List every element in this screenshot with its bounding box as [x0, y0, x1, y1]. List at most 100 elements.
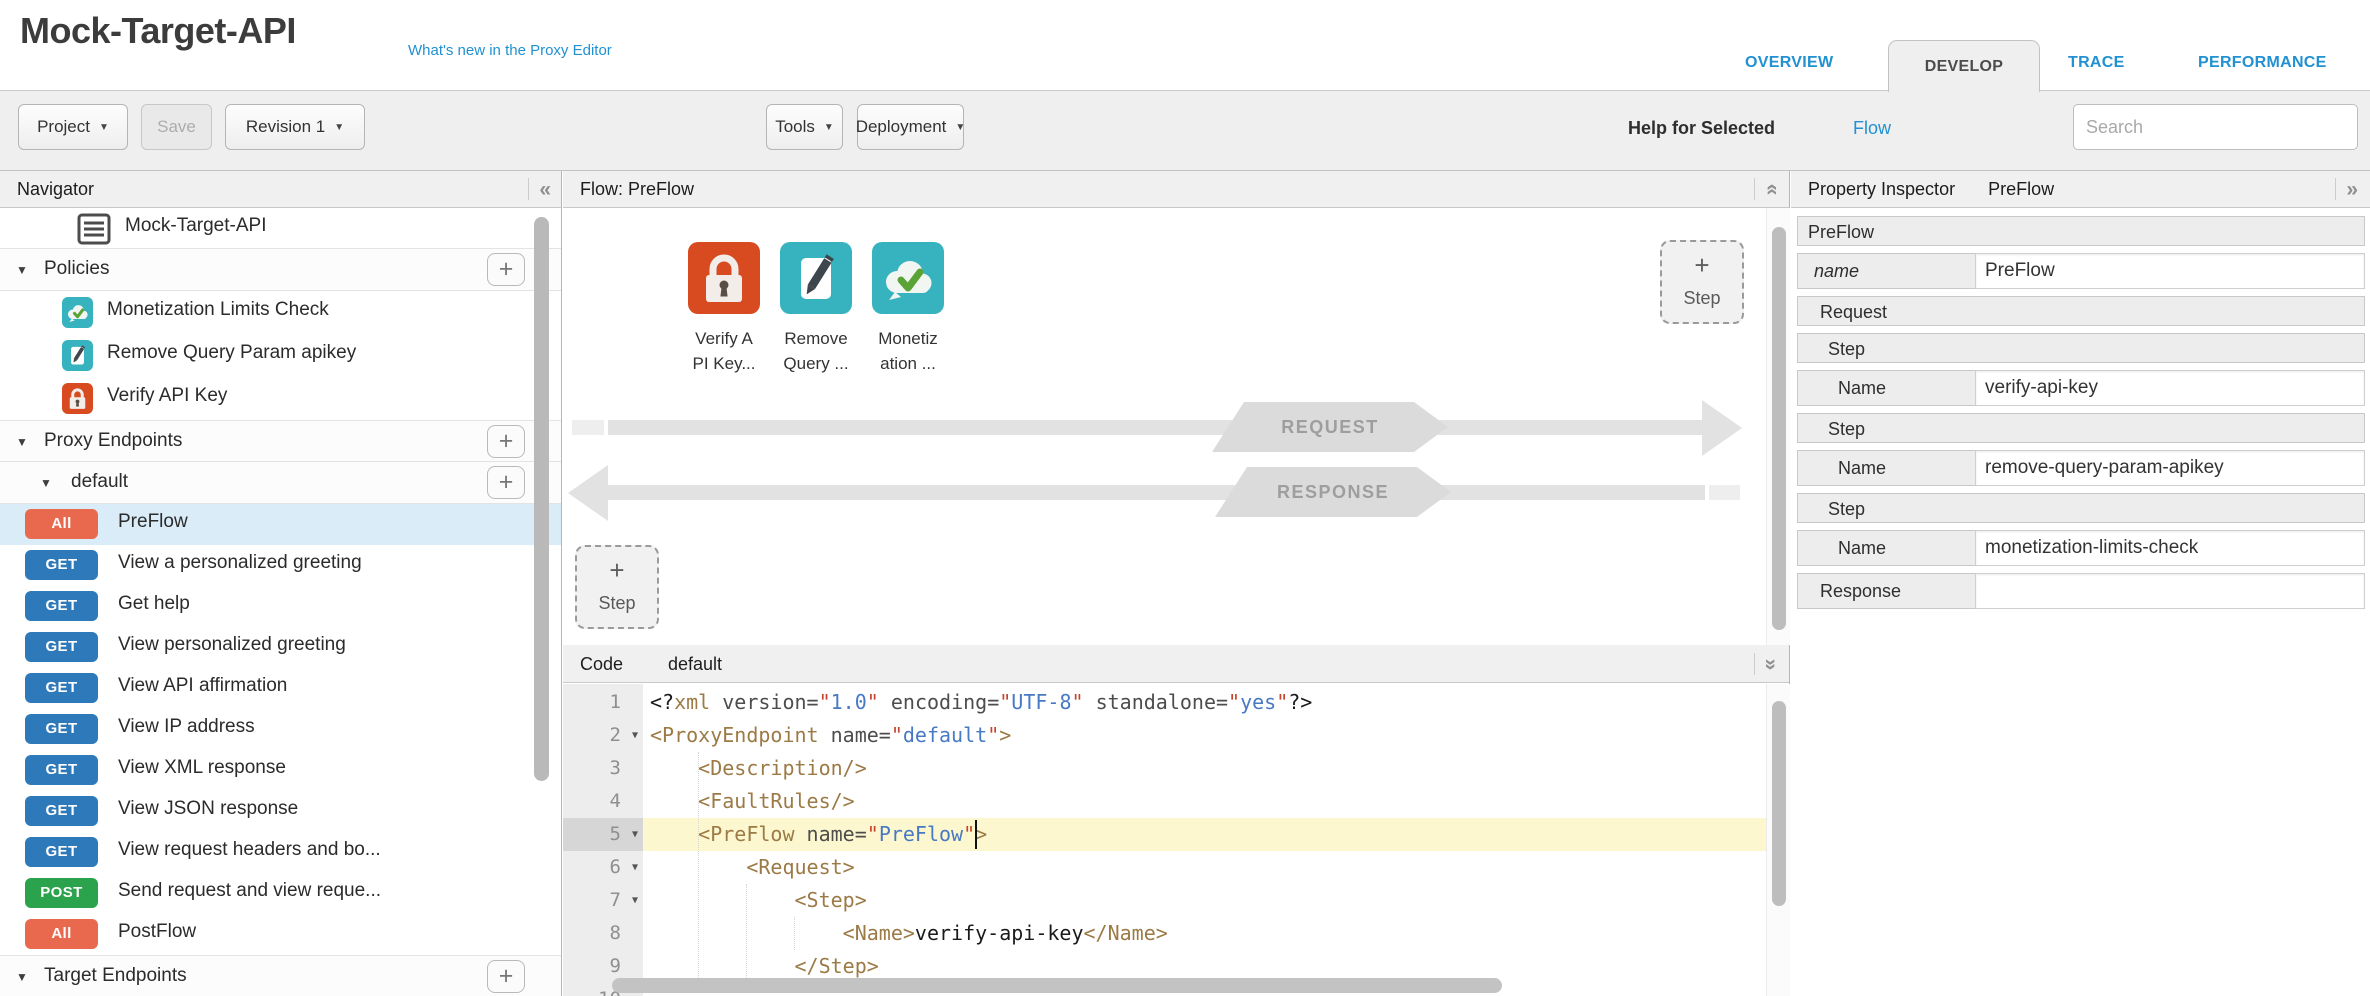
nav-flow-item[interactable]: GETView JSON response: [0, 791, 561, 832]
collapse-right-icon[interactable]: »: [2346, 179, 2358, 200]
add-step-button-response[interactable]: + Step: [575, 545, 659, 629]
nav-flow-item[interactable]: AllPreFlow: [0, 504, 561, 545]
property-field-row: Nameremove-query-param-apikey: [1797, 450, 2365, 486]
deployment-menu-label: Deployment: [856, 117, 947, 137]
method-badge: GET: [25, 673, 98, 703]
method-badge: POST: [25, 878, 98, 908]
nav-group-default[interactable]: ▼ default +: [0, 462, 561, 504]
tab-overview[interactable]: OVERVIEW: [1745, 54, 1833, 72]
code-editor[interactable]: 12▼345▼6▼7▼8910▼ <?xml version="1.0" enc…: [563, 684, 1790, 996]
property-field-row: namePreFlow: [1797, 253, 2365, 289]
tools-menu-button[interactable]: Tools ▼: [766, 104, 843, 150]
property-field-row: Namemonetization-limits-check: [1797, 530, 2365, 566]
add-target-endpoint-button[interactable]: +: [487, 960, 525, 993]
fold-arrow-icon[interactable]: ▼: [632, 851, 638, 884]
nav-flow-item[interactable]: AllPostFlow: [0, 914, 561, 955]
code-scrollbar[interactable]: [1772, 701, 1786, 906]
response-banner: RESPONSE: [1215, 467, 1451, 517]
policies-section-label: Policies: [44, 258, 109, 280]
whats-new-link[interactable]: What's new in the Proxy Editor: [408, 42, 612, 59]
code-line: <Request>: [650, 851, 855, 884]
collapse-up-icon[interactable]: »: [1761, 183, 1782, 195]
tab-trace[interactable]: TRACE: [2068, 54, 2125, 72]
revision-menu-button[interactable]: Revision 1 ▼: [225, 104, 365, 150]
main-area: Navigator « Mock-Target-API ▼ Policies +: [0, 170, 2370, 996]
flow-title: Flow: PreFlow: [563, 179, 694, 199]
property-section-row: Request: [1797, 296, 2365, 326]
fold-arrow-icon[interactable]: ▼: [632, 719, 638, 752]
line-number: 4: [563, 785, 643, 818]
property-value-input[interactable]: verify-api-key: [1975, 370, 2365, 406]
nav-section-proxy-endpoints[interactable]: ▼ Proxy Endpoints +: [0, 420, 561, 462]
nav-flow-item[interactable]: GETGet help: [0, 586, 561, 627]
nav-policy-item[interactable]: Monetization Limits Check: [0, 291, 561, 334]
nav-section-policies[interactable]: ▼ Policies +: [0, 249, 561, 291]
add-flow-button[interactable]: +: [487, 466, 525, 499]
property-value-input[interactable]: PreFlow: [1975, 253, 2365, 289]
property-inspector-context: PreFlow: [1988, 179, 2054, 199]
cloud-check-policy-tile[interactable]: [872, 242, 944, 314]
nav-flow-item[interactable]: GET View API affirmation: [0, 668, 561, 709]
search-input[interactable]: [2073, 104, 2358, 150]
nav-flow-item[interactable]: POSTSend request and view reque...: [0, 873, 561, 914]
lock-policy-tile[interactable]: [688, 242, 760, 314]
navigator-scrollbar[interactable]: [534, 217, 549, 781]
tree-expanded-icon[interactable]: ▼: [16, 435, 28, 449]
flow-name: PreFlow: [118, 511, 188, 533]
code-horizontal-scrollbar[interactable]: [612, 978, 1502, 993]
nav-root-item[interactable]: Mock-Target-API: [0, 208, 561, 249]
tree-expanded-icon[interactable]: ▼: [16, 970, 28, 984]
nav-flow-item[interactable]: GETView IP address: [0, 709, 561, 750]
nav-policy-item[interactable]: Remove Query Param apikey: [0, 334, 561, 377]
add-step-button-request[interactable]: + Step: [1660, 240, 1744, 324]
line-number: 1: [563, 686, 643, 719]
property-value-input[interactable]: monetization-limits-check: [1975, 530, 2365, 566]
navigator-tree: Mock-Target-API ▼ Policies + Monetizatio…: [0, 208, 561, 996]
tab-develop[interactable]: DEVELOP: [1888, 40, 2040, 92]
property-section-row: PreFlow: [1797, 216, 2365, 246]
fold-arrow-icon[interactable]: ▼: [632, 818, 638, 851]
nav-flow-item[interactable]: GETView request headers and bo...: [0, 832, 561, 873]
property-value-input[interactable]: remove-query-param-apikey: [1975, 450, 2365, 486]
property-value-input[interactable]: [1975, 573, 2365, 609]
toolbar: Project ▼ Save Revision 1 ▼ Tools ▼ Depl…: [0, 91, 2370, 171]
code-line: <FaultRules/>: [650, 785, 855, 818]
add-policy-button[interactable]: +: [487, 253, 525, 286]
pencil-policy-tile[interactable]: [780, 242, 852, 314]
nav-flow-item[interactable]: GETView XML response: [0, 750, 561, 791]
project-menu-button[interactable]: Project ▼: [18, 104, 128, 150]
nav-flow-item[interactable]: GETView a personalized greeting: [0, 545, 561, 586]
tree-expanded-icon[interactable]: ▼: [40, 476, 52, 490]
caret-down-icon: ▼: [334, 122, 344, 133]
deployment-menu-button[interactable]: Deployment ▼: [857, 104, 964, 150]
collapse-down-icon[interactable]: »: [1761, 658, 1782, 670]
add-proxy-endpoint-button[interactable]: +: [487, 425, 525, 458]
header-divider: [1754, 178, 1755, 200]
nav-section-target-endpoints[interactable]: ▼ Target Endpoints +: [0, 955, 561, 996]
nav-flow-item[interactable]: GETView personalized greeting: [0, 627, 561, 668]
tab-performance[interactable]: PERFORMANCE: [2198, 54, 2327, 72]
tools-menu-label: Tools: [775, 117, 815, 137]
project-menu-label: Project: [37, 117, 90, 137]
header-divider: [2335, 178, 2336, 200]
flow-name: View a personalized greeting: [118, 552, 362, 574]
navigator-title: Navigator: [0, 179, 94, 199]
collapse-left-icon[interactable]: «: [539, 179, 551, 200]
line-number: 5▼: [563, 818, 643, 851]
help-context-link[interactable]: Flow: [1853, 118, 1891, 139]
property-field-row: Response: [1797, 573, 2365, 609]
flow-scrollbar[interactable]: [1772, 227, 1786, 630]
nav-policy-item[interactable]: Verify API Key: [0, 377, 561, 420]
tree-expanded-icon[interactable]: ▼: [16, 263, 28, 277]
flow-name: View API affirmation: [118, 675, 287, 697]
response-arrow-head-icon: [568, 465, 608, 521]
fold-arrow-icon[interactable]: ▼: [632, 884, 638, 917]
flow-scrollbar-track: [1766, 208, 1790, 645]
save-button[interactable]: Save: [141, 104, 212, 150]
app-header: Mock-Target-API What's new in the Proxy …: [0, 0, 2370, 91]
code-gutter: 12▼345▼6▼7▼8910▼: [563, 684, 643, 996]
line-number: 2▼: [563, 719, 643, 752]
response-arrow-tail: [1709, 485, 1740, 500]
lock-icon: [62, 383, 93, 414]
policy-tile-label[interactable]: Monetization ...: [853, 326, 963, 376]
